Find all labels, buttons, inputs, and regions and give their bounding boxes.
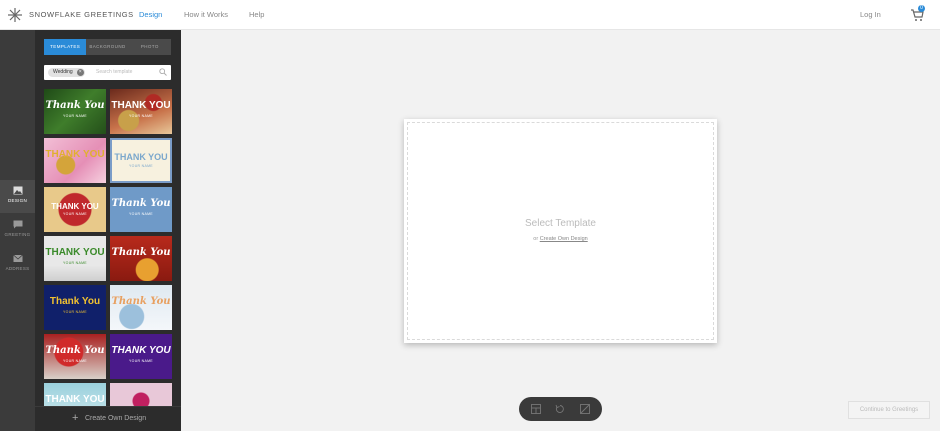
layout-icon[interactable] [531, 404, 541, 414]
thumb-title: THANK YOU [51, 202, 99, 211]
rail-label-greeting: GREETING [4, 232, 31, 237]
thumb-title: Thank You [45, 345, 105, 356]
rail-item-address[interactable]: ADDRESS [0, 248, 35, 281]
template-thumb[interactable]: Thank You YOUR NAME [110, 187, 172, 232]
thumb-subtitle: YOUR NAME [129, 164, 153, 168]
card-canvas[interactable]: Select Template or Create Own Design [404, 119, 717, 343]
template-panel: TEMPLATES BACKGROUND PHOTO Wedding × Sea… [35, 30, 181, 431]
canvas-toolbar [519, 397, 602, 421]
template-thumb[interactable]: THANK YOU YOUR NAME [44, 236, 106, 281]
thumb-subtitle: YOUR NAME [63, 359, 87, 363]
rail-item-greeting[interactable]: GREETING [0, 214, 35, 247]
thumb-subtitle: YOUR NAME [63, 261, 87, 265]
template-thumb[interactable]: THANK YOU YOUR NAME [110, 89, 172, 134]
envelope-icon [12, 254, 23, 262]
tab-background[interactable]: BACKGROUND [86, 39, 128, 55]
thumb-subtitle: YOUR NAME [129, 212, 153, 216]
select-template-heading: Select Template [525, 218, 596, 229]
thumb-title: THANK YOU [111, 100, 171, 111]
snowflake-logo-icon[interactable] [8, 8, 22, 22]
filter-chip-label: Wedding [53, 69, 73, 75]
close-icon[interactable]: × [76, 69, 84, 76]
template-thumb[interactable]: Thank You YOUR NAME [44, 89, 106, 134]
thumb-subtitle: YOUR NAME [63, 310, 87, 314]
top-nav-bar: SNOWFLAKE GREETINGS Design How it Works … [0, 0, 940, 30]
thumb-title: Thank You [111, 296, 171, 307]
create-own-design-button[interactable]: + Create Own Design [35, 406, 181, 431]
template-thumb[interactable]: Thank You [110, 236, 172, 281]
thumb-title: THANK YOU [45, 394, 105, 405]
nav-how-it-works[interactable]: How it Works [184, 10, 228, 19]
template-thumb[interactable]: Thank You YOUR NAME [44, 334, 106, 379]
template-thumb[interactable]: THANK YOU YOUR NAME [110, 138, 172, 183]
thumb-title: THANK YOU [45, 247, 105, 258]
cart-count-badge: 0 [918, 5, 925, 12]
thumb-subtitle: YOUR NAME [63, 114, 87, 118]
undo-icon[interactable] [555, 404, 565, 414]
template-thumb[interactable]: Thank You YOUR NAME [44, 285, 106, 330]
brand-name[interactable]: SNOWFLAKE GREETINGS [29, 10, 134, 19]
template-thumb[interactable]: THANK YOU YOUR NAME [110, 334, 172, 379]
tab-templates[interactable]: TEMPLATES [44, 39, 87, 55]
thumb-title: THANK YOU [45, 149, 105, 160]
safe-area-border [407, 122, 714, 340]
create-own-design-label: Create Own Design [85, 415, 147, 422]
thumb-title: Thank You [49, 296, 101, 307]
search-icon[interactable] [159, 68, 167, 76]
thumb-title: Thank You [45, 100, 105, 111]
thumb-subtitle: YOUR NAME [129, 359, 153, 363]
nav-design[interactable]: Design [139, 10, 162, 19]
template-thumb[interactable]: Thank You [110, 285, 172, 330]
tab-photo[interactable]: PHOTO [129, 39, 171, 55]
thumb-title: THANK YOU [111, 345, 171, 356]
plus-icon: + [72, 412, 79, 424]
rail-label-design: DESIGN [7, 198, 28, 203]
rail-label-address: ADDRESS [5, 266, 30, 271]
template-search[interactable]: Wedding × Search template [44, 65, 171, 80]
rail-item-design[interactable]: DESIGN [0, 180, 35, 213]
thumb-title: THANK YOU [114, 152, 168, 162]
search-placeholder: Search template [96, 69, 133, 75]
create-own-design-link[interactable]: Create Own Design [540, 236, 588, 242]
template-thumb[interactable]: THANK YOU [44, 138, 106, 183]
thumb-title: Thank You [111, 247, 171, 258]
nav-help[interactable]: Help [249, 10, 264, 19]
magic-wand-icon[interactable] [580, 404, 590, 414]
create-own-hint: or Create Own Design [404, 236, 717, 242]
filter-chip[interactable]: Wedding × [48, 68, 85, 77]
image-icon [13, 186, 22, 195]
panel-tabs: TEMPLATES BACKGROUND PHOTO [44, 39, 171, 55]
thumb-subtitle: YOUR NAME [63, 212, 87, 216]
chat-icon [13, 220, 22, 229]
login-link[interactable]: Log In [860, 10, 881, 19]
thumb-title: Thank You [111, 198, 171, 209]
left-rail: DESIGN GREETING ADDRESS [0, 30, 35, 431]
continue-to-greetings-button[interactable]: Continue to Greetings [848, 401, 930, 419]
template-thumb[interactable]: THANK YOU YOUR NAME [44, 187, 106, 232]
or-text: or [533, 236, 539, 242]
thumb-subtitle: YOUR NAME [129, 114, 153, 118]
